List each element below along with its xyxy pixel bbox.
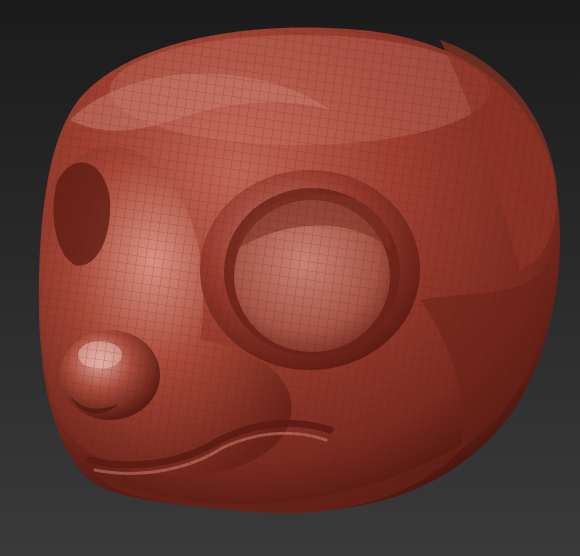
viewport-canvas[interactable] (0, 0, 580, 556)
sculpt-viewport[interactable] (0, 0, 580, 556)
